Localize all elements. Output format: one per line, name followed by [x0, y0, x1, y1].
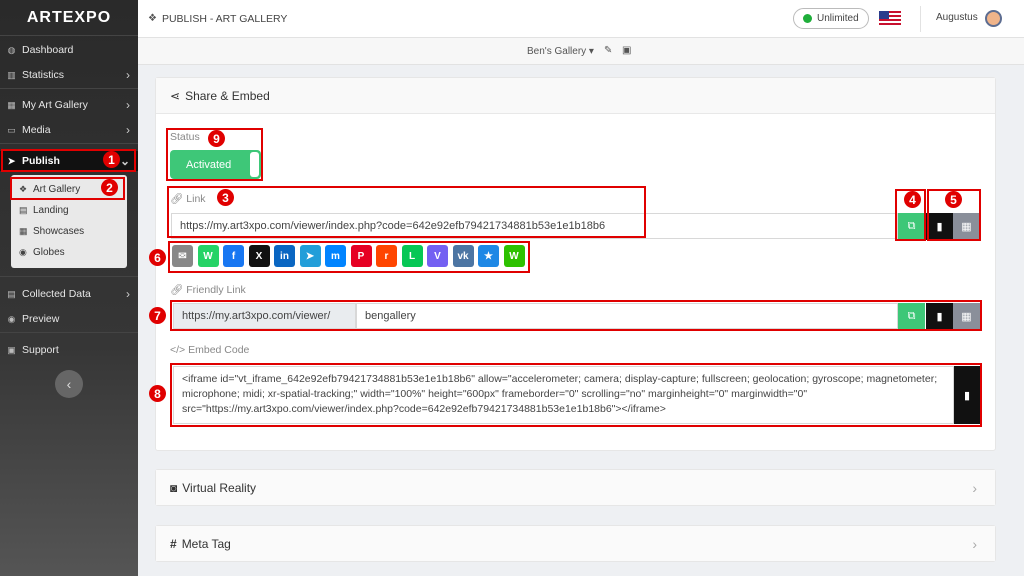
virtual-reality-panel[interactable]: ◙ Virtual Reality › — [155, 469, 996, 506]
gallery-select[interactable]: Ben's Gallery ▾ — [527, 46, 594, 57]
share-embed-header[interactable]: ⋖ Share & Embed — [156, 78, 995, 114]
avatar[interactable] — [985, 10, 1002, 27]
submenu-item-globes[interactable]: ◉ Globes — [11, 242, 127, 262]
chevron-right-icon: › — [972, 479, 977, 496]
sidebar-item-preview[interactable]: ◉ Preview — [0, 309, 138, 329]
link-icon: 🔗︎ — [170, 284, 184, 296]
callout-1: 1 — [103, 151, 120, 168]
sidebar-item-my-art-gallery[interactable]: ▦ My Art Gallery › — [0, 95, 138, 115]
callout-3: 3 — [217, 189, 234, 206]
chevron-right-icon: › — [126, 123, 130, 137]
hash-icon: # — [170, 536, 177, 551]
chevron-right-icon: › — [126, 68, 130, 82]
sidebar-item-statistics[interactable]: ▥ Statistics › — [0, 65, 138, 85]
chevron-right-icon: › — [972, 535, 977, 552]
grid-icon: ▦ — [19, 225, 28, 236]
chart-icon: ▥ — [7, 69, 16, 80]
chevron-right-icon: › — [126, 98, 130, 112]
sidebar-item-media[interactable]: ▭ Media › — [0, 120, 138, 140]
edit-icon[interactable]: ✎ — [604, 45, 612, 56]
globe-icon: ◉ — [19, 246, 27, 257]
sidebar-item-collected-data[interactable]: ▤ Collected Data › — [0, 284, 138, 304]
callout-7: 7 — [149, 307, 166, 324]
meta-tag-panel[interactable]: # Meta Tag › — [155, 525, 996, 562]
support-icon: ▣ — [7, 344, 16, 355]
gallery-bar: Ben's Gallery ▾ ✎ ▣ — [138, 38, 1024, 65]
callout-2: 2 — [101, 179, 118, 196]
us-flag-icon[interactable] — [879, 11, 901, 25]
gallery-icon: ❖ — [148, 13, 157, 24]
callout-9: 9 — [208, 130, 225, 147]
gallery-icon: ▦ — [7, 99, 16, 110]
embed-code-label: </> Embed Code — [170, 344, 250, 356]
submenu-item-showcases[interactable]: ▦ Showcases — [11, 221, 127, 241]
page-title: PUBLISH - ART GALLERY — [161, 12, 288, 25]
sidebar-item-dashboard[interactable]: ◍ Dashboard — [0, 40, 138, 60]
callout-5: 5 — [945, 191, 962, 208]
chevron-right-icon: › — [126, 287, 130, 301]
sidebar: ARTEXPO ◍ Dashboard ▥ Statistics › ▦ My Art … — [0, 0, 138, 576]
code-icon: </> — [170, 344, 186, 356]
status-dot-icon — [803, 14, 812, 23]
friendly-link-label: 🔗︎ Friendly Link — [170, 284, 246, 296]
callout-6: 6 — [149, 249, 166, 266]
monitor-icon: ▭ — [7, 124, 16, 135]
user-name[interactable]: Augustus — [936, 12, 978, 23]
dashboard-icon: ◍ — [7, 44, 16, 55]
app-logo[interactable]: ARTEXPO — [0, 0, 138, 36]
submenu-item-landing[interactable]: ▤ Landing — [11, 200, 127, 220]
file-icon: ▤ — [19, 204, 28, 215]
plan-badge[interactable]: Unlimited — [793, 8, 869, 29]
top-bar: ❖ PUBLISH - ART GALLERY Unlimited August… — [138, 0, 1024, 38]
vr-headset-icon: ◙ — [170, 480, 178, 495]
sidebar-item-support[interactable]: ▣ Support — [0, 340, 138, 360]
chevron-left-icon: ‹ — [66, 376, 72, 392]
users-icon[interactable]: ▣ — [622, 45, 631, 56]
callout-4: 4 — [904, 191, 921, 208]
sidebar-collapse-button[interactable]: ‹ — [55, 370, 83, 398]
share-icon: ⋖ — [170, 88, 181, 103]
callout-8: 8 — [149, 385, 166, 402]
database-icon: ▤ — [7, 288, 16, 299]
eye-icon: ◉ — [7, 313, 16, 324]
